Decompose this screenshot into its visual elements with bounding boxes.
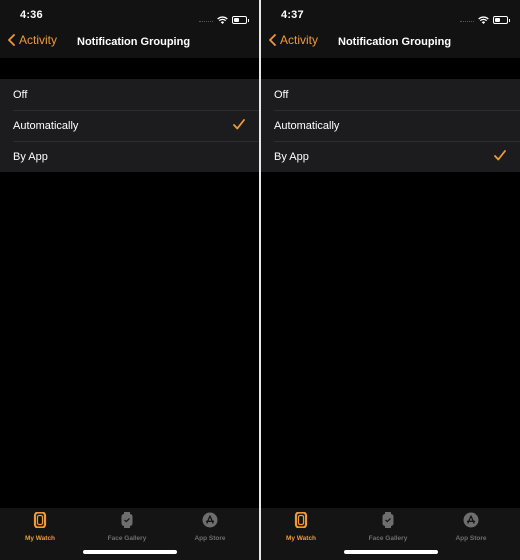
option-row[interactable]: Off [0,79,259,110]
tab-label: My Watch [285,535,317,542]
option-label: Off [274,88,289,101]
option-label: Automatically [274,119,340,132]
options-list: Off Automatically By App [261,79,520,172]
chevron-left-icon [269,34,276,46]
status-icons [199,11,249,29]
wifi-icon [478,11,489,29]
options-list: Off Automatically By App [0,79,259,172]
tab-label: App Store [455,535,487,542]
screen-right: 4:37 Activity Notification Grouping Off A… [261,0,520,560]
option-label: By App [13,150,48,163]
watch-icon [294,511,308,533]
tab-label: Face Gallery [368,535,408,542]
tab-app-store[interactable]: App Store [431,512,511,542]
tab-label: App Store [194,535,226,542]
status-time: 4:36 [20,9,43,21]
back-button[interactable]: Activity [269,33,318,47]
tab-my-watch[interactable]: My Watch [0,511,80,542]
watch-icon [33,511,47,533]
tab-my-watch[interactable]: My Watch [261,511,341,542]
option-row[interactable]: By App [261,141,520,172]
navigation-bar: Activity Notification Grouping [0,33,259,53]
page-title: Notification Grouping [77,36,191,48]
home-indicator[interactable] [82,550,177,554]
cellular-signal-icon [460,21,474,23]
option-row[interactable]: Off [261,79,520,110]
option-label: Off [13,88,28,101]
watch-face-icon [120,512,134,533]
tab-face-gallery[interactable]: Face Gallery [87,512,167,542]
battery-icon [493,16,510,24]
app-store-icon [202,512,218,533]
back-button[interactable]: Activity [8,33,57,47]
tab-bar: My Watch Face Gallery App Store [261,508,520,560]
page-title: Notification Grouping [338,36,452,48]
option-row[interactable]: Automatically [0,110,259,141]
checkmark-icon [494,150,506,164]
tab-app-store[interactable]: App Store [170,512,250,542]
tab-label: My Watch [24,535,56,542]
home-indicator[interactable] [343,550,438,554]
app-store-icon [463,512,479,533]
status-bar: 4:36 [0,9,259,24]
tab-face-gallery[interactable]: Face Gallery [348,512,428,542]
wifi-icon [217,11,228,29]
battery-icon [232,16,249,24]
status-bar: 4:37 [261,9,520,24]
top-bar: 4:37 Activity Notification Grouping [261,0,520,58]
navigation-bar: Activity Notification Grouping [261,33,520,53]
back-label: Activity [19,33,58,47]
option-label: Automatically [13,119,79,132]
option-label: By App [274,150,309,163]
tab-label: Face Gallery [107,535,147,542]
status-time: 4:37 [281,9,304,21]
option-row[interactable]: By App [0,141,259,172]
option-row[interactable]: Automatically [261,110,520,141]
cellular-signal-icon [199,21,213,23]
tab-bar: My Watch Face Gallery App Store [0,508,259,560]
top-bar: 4:36 Activity Notification Grouping [0,0,259,58]
status-icons [460,11,510,29]
watch-face-icon [381,512,395,533]
back-label: Activity [280,33,319,47]
chevron-left-icon [8,34,15,46]
checkmark-icon [233,119,245,133]
screen-left: 4:36 Activity Notification Grouping Off A… [0,0,259,560]
